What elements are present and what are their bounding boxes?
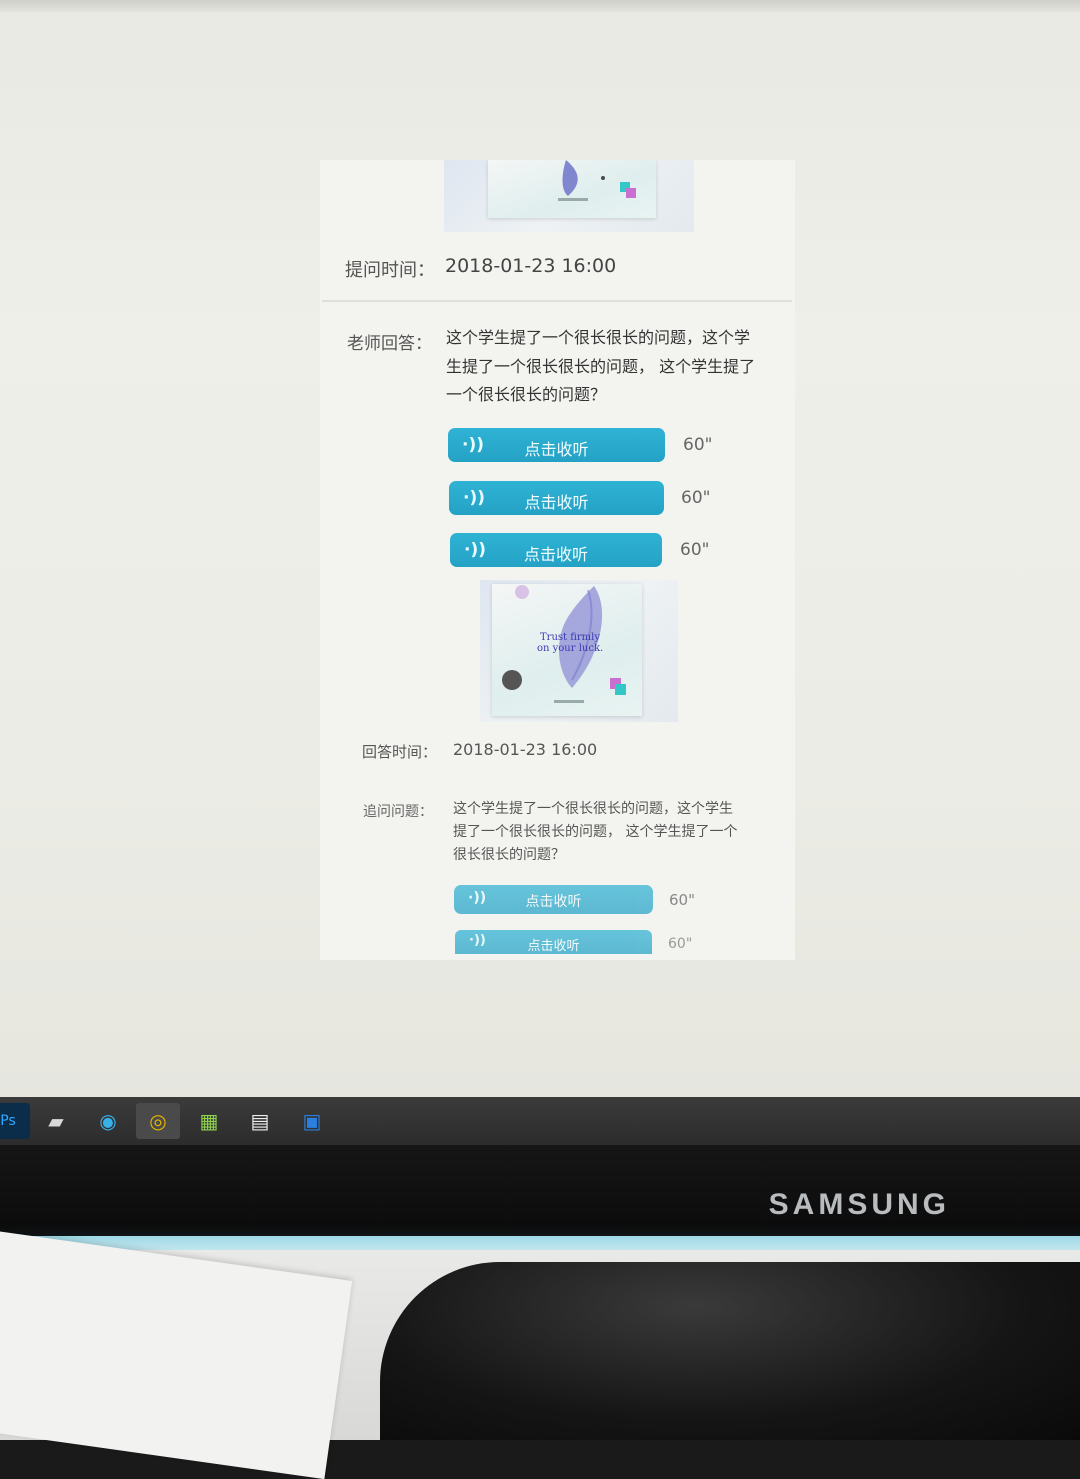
photoshop-icon[interactable]: Ps (0, 1103, 30, 1139)
teacher-audio-duration-2: 60" (681, 488, 711, 508)
teacher-audio-button-2[interactable]: ·)) 点击收听 (449, 481, 664, 515)
question-time-label: 提问时间： (345, 260, 435, 281)
followup-audio-button-1[interactable]: ·)) 点击收听 (454, 885, 653, 914)
answer-image-art: Trust firmly on your luck. (502, 585, 626, 703)
image-quote-line-1: Trust firmly (540, 632, 600, 643)
app-icon[interactable]: ▦ (187, 1103, 231, 1139)
answer-image[interactable]: Trust firmly on your luck. (480, 580, 678, 722)
file-explorer-icon[interactable]: ▰ (34, 1103, 78, 1139)
question-image[interactable] (444, 160, 694, 232)
section-divider (322, 300, 792, 302)
teacher-audio-button-3[interactable]: ·)) 点击收听 (450, 533, 662, 567)
chrome-icon[interactable]: ◎ (136, 1103, 180, 1139)
question-time-value: 2018-01-23 16:00 (445, 255, 617, 277)
audio-button-label: 点击收听 (525, 894, 582, 910)
browser-icon[interactable]: ◉ (86, 1103, 130, 1139)
teacher-audio-duration-1: 60" (683, 435, 713, 455)
browser-top-edge (0, 0, 1080, 12)
teacher-audio-button-1[interactable]: ·)) 点击收听 (448, 428, 665, 462)
monitor-stand (380, 1262, 1080, 1440)
teacher-audio-duration-3: 60" (680, 540, 710, 560)
audio-button-label: 点击收听 (523, 545, 588, 564)
answer-time-label: 回答时间： (362, 743, 438, 761)
audio-button-label: 点击收听 (524, 440, 589, 459)
question-image-art (558, 160, 636, 201)
answer-time-value: 2018-01-23 16:00 (453, 740, 598, 759)
followup-text: 这个学生提了一个很长很长的问题，这个学生提了一个很长很长的问题， 这个学生提了一… (453, 801, 738, 863)
terminal-icon[interactable]: ▤ (238, 1103, 282, 1139)
monitor-brand: SAMSUNG (768, 1188, 950, 1221)
windows-taskbar: Ps ▰ ◉ ◎ ▦ ▤ ▣ (0, 1097, 1080, 1145)
followup-audio-button-2[interactable]: ·)) 点击收听 (455, 930, 652, 954)
audio-button-label: 点击收听 (524, 493, 589, 512)
followup-label: 追问问题： (363, 804, 433, 820)
followup-audio-duration-1: 60" (669, 891, 695, 909)
image-quote-line-2: on your luck. (537, 643, 603, 654)
followup-audio-duration-2: 60" (668, 936, 693, 952)
monitor-screen: 提问时间： 2018-01-23 16:00 老师回答： 这个学生提了一个很长很… (0, 0, 1080, 1105)
audio-button-label: 点击收听 (527, 939, 580, 954)
remote-desktop-icon[interactable]: ▣ (290, 1103, 334, 1139)
teacher-answer-text: 这个学生提了一个很长很长的问题，这个学生提了一个很长很长的问题， 这个学生提了一… (446, 328, 756, 404)
teacher-answer-label: 老师回答： (347, 334, 432, 354)
